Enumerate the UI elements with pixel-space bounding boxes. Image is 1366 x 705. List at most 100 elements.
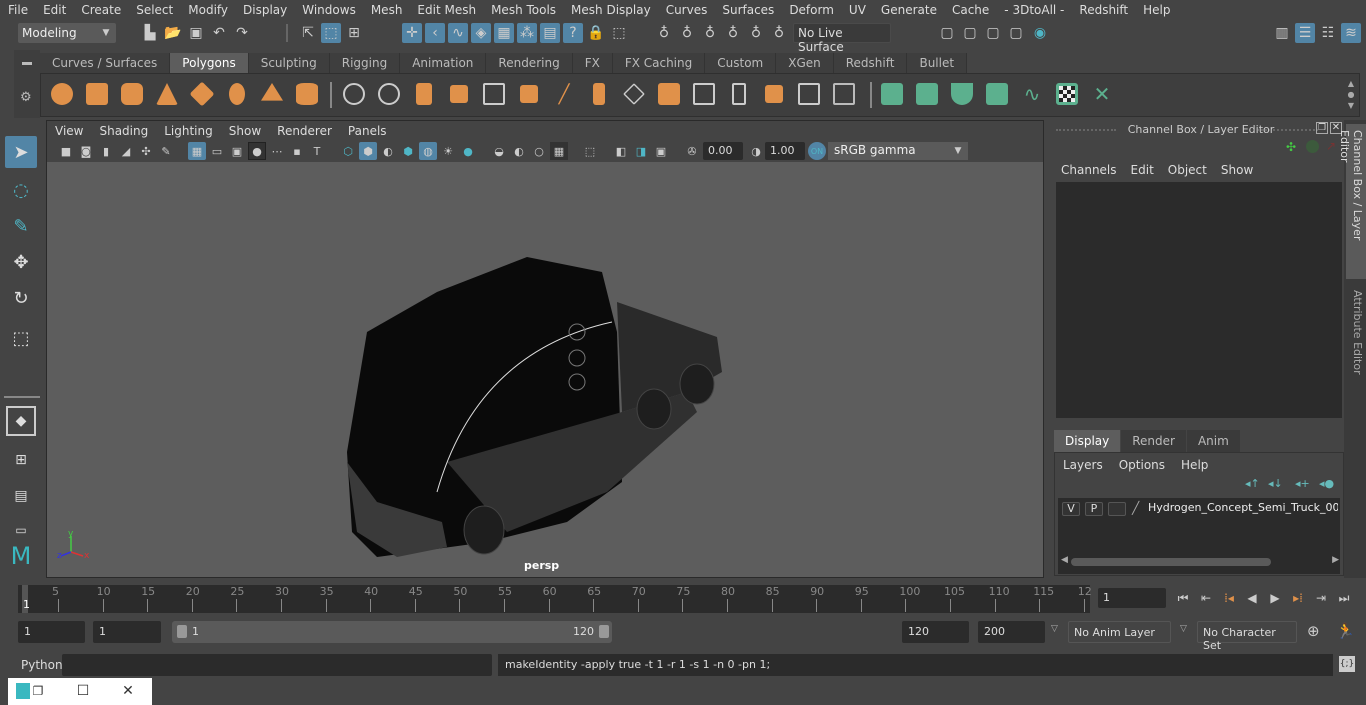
animation-preferences-icon[interactable]: 🏃 xyxy=(1336,622,1355,640)
menu-surfaces[interactable]: Surfaces xyxy=(714,0,781,20)
screen-space-ao-icon[interactable]: ◒ xyxy=(490,142,508,160)
horizontal-scrollbar[interactable]: ◀ ▶ xyxy=(1061,555,1339,567)
make-live-curve-icon[interactable]: ♁ xyxy=(677,23,697,43)
separate-icon[interactable] xyxy=(375,80,403,108)
target-weld-icon[interactable] xyxy=(795,80,823,108)
uv-unfold-icon[interactable]: ✕ xyxy=(1088,80,1116,108)
shelf-tab-xgen[interactable]: XGen xyxy=(776,53,834,73)
layer-playback-toggle[interactable]: P xyxy=(1085,502,1103,516)
render-settings-gear-icon[interactable]: ▢ xyxy=(1006,23,1026,43)
snap-to-projected-center-icon[interactable]: ▦ xyxy=(494,23,514,43)
mirror-icon[interactable] xyxy=(410,80,438,108)
isolate-select-icon[interactable]: ⬚ xyxy=(581,142,599,160)
character-set-dropdown[interactable]: No Character Set xyxy=(1197,621,1297,652)
select-by-object-icon[interactable]: ⬚ xyxy=(321,23,341,43)
play-forwards-icon[interactable]: ▶ xyxy=(1266,589,1284,607)
anti-aliasing-icon[interactable]: ○ xyxy=(530,142,548,160)
depth-of-field-icon[interactable]: ▦ xyxy=(550,142,568,160)
create-layer-from-selected-icon[interactable]: ◂● xyxy=(1319,477,1334,490)
bevel-icon[interactable] xyxy=(585,80,613,108)
tab-render[interactable]: Render xyxy=(1121,430,1186,452)
help-menu[interactable]: Help xyxy=(1181,455,1216,475)
make-live-icon[interactable]: ♁ xyxy=(769,23,789,43)
playback-start-field[interactable]: 1 xyxy=(93,621,161,643)
menu-mesh-tools[interactable]: Mesh Tools xyxy=(483,0,563,20)
extrude-icon[interactable] xyxy=(480,80,508,108)
menu-3dtoall[interactable]: - 3DtoAll - xyxy=(996,0,1071,20)
poly-plane-icon[interactable] xyxy=(188,80,216,108)
field-chart-icon[interactable]: ⋯ xyxy=(268,142,286,160)
poly-sphere-icon[interactable] xyxy=(48,80,76,108)
menu-mesh-display[interactable]: Mesh Display xyxy=(563,0,658,20)
shelf-tab-fx[interactable]: FX xyxy=(572,53,613,73)
step-forward-icon[interactable]: ⇥ xyxy=(1312,589,1330,607)
film-gate-icon[interactable]: ▭ xyxy=(208,142,226,160)
combine-icon[interactable] xyxy=(340,80,368,108)
attribute-editor-toggle-icon[interactable]: ☰ xyxy=(1295,23,1315,43)
use-all-lights-icon[interactable]: ☀ xyxy=(439,142,457,160)
menu-mesh[interactable]: Mesh xyxy=(363,0,410,20)
offset-edge-loop-icon[interactable] xyxy=(725,80,753,108)
animation-start-field[interactable]: 1 xyxy=(18,621,85,643)
wireframe-on-shaded-icon[interactable]: ⬢ xyxy=(399,142,417,160)
planar-mapping-icon[interactable] xyxy=(878,80,906,108)
viewport-menu-renderer[interactable]: Renderer xyxy=(269,124,340,138)
shelf-tab-bullet[interactable]: Bullet xyxy=(907,53,968,73)
chevron-down-icon[interactable]: ▽ xyxy=(1051,624,1058,634)
contour-stretch-icon[interactable]: ∿ xyxy=(1018,80,1046,108)
tab-anim[interactable]: Anim xyxy=(1186,430,1240,452)
time-slider-track[interactable]: 1 5 10 15 20 25 30 35 40 45 50 55 60 65 70 75 80 85 90 95 1… xyxy=(18,585,1092,613)
camera-icon[interactable]: ■ xyxy=(57,142,75,160)
textured-icon[interactable]: ◍ xyxy=(419,142,437,160)
open-scene-icon[interactable]: 📂 xyxy=(163,23,183,43)
close-icon[interactable]: ✕ xyxy=(118,682,138,700)
gate-mask-icon[interactable]: ● xyxy=(248,142,266,160)
motion-blur-icon[interactable]: ◐ xyxy=(510,142,528,160)
speed-icon[interactable]: ↗ xyxy=(1326,139,1336,153)
menu-edit-mesh[interactable]: Edit Mesh xyxy=(409,0,483,20)
gear-icon[interactable]: ⚙ xyxy=(20,90,32,105)
multi-cut-icon[interactable]: ╱ xyxy=(550,80,578,108)
menu-edit[interactable]: Edit xyxy=(35,0,73,20)
command-input[interactable] xyxy=(62,654,492,676)
workspace-dropdown[interactable]: Modeling ▼ xyxy=(18,23,116,43)
truck-model[interactable] xyxy=(47,162,1043,577)
restore-icon[interactable]: ❐ xyxy=(28,682,48,700)
make-live-uv-icon[interactable]: ♁ xyxy=(746,23,766,43)
save-scene-icon[interactable]: ▣ xyxy=(186,23,206,43)
menu-deform[interactable]: Deform xyxy=(781,0,841,20)
resolution-gate-icon[interactable]: ▣ xyxy=(228,142,246,160)
viewport-menu-show[interactable]: Show xyxy=(221,124,269,138)
xray-icon[interactable]: ◧ xyxy=(612,142,630,160)
3d-viewport[interactable]: y x z persp xyxy=(47,162,1043,577)
shelf-tab-redshift[interactable]: Redshift xyxy=(833,53,908,73)
side-tab-channel-box[interactable]: Channel Box / Layer Editor xyxy=(1338,124,1366,279)
shelf-scroll[interactable]: ▲ ● ▼ xyxy=(1345,78,1357,112)
make-live-grid-icon[interactable]: ♁ xyxy=(654,23,674,43)
render-settings-icon[interactable]: ▤ xyxy=(540,23,560,43)
menu-select[interactable]: Select xyxy=(128,0,180,20)
four-view-layout-icon[interactable]: ⊞ xyxy=(5,444,37,476)
smooth-icon[interactable] xyxy=(445,80,473,108)
live-surface-field[interactable]: No Live Surface xyxy=(793,23,891,54)
layer-name[interactable]: Hydrogen_Concept_Semi_Truck_001_ xyxy=(1148,501,1338,514)
manipulator-icon[interactable]: ✣ xyxy=(1286,140,1296,154)
float-panel-icon[interactable]: ❐ xyxy=(1316,122,1328,134)
shelf-tab-polygons[interactable]: Polygons xyxy=(170,53,249,73)
scale-tool-icon[interactable]: ⬚ xyxy=(5,322,37,354)
show-menu[interactable]: Show xyxy=(1214,160,1260,180)
menu-redshift[interactable]: Redshift xyxy=(1071,0,1135,20)
exposure-field[interactable]: 0.00 xyxy=(703,142,743,160)
range-start-handle[interactable] xyxy=(177,625,187,638)
poly-cone-icon[interactable] xyxy=(153,80,181,108)
edit-menu[interactable]: Edit xyxy=(1124,160,1161,180)
side-tab-attribute-editor[interactable]: Attribute Editor xyxy=(1346,284,1366,384)
shelf-tab-rendering[interactable]: Rendering xyxy=(486,53,573,73)
lock-icon[interactable]: 🔒 xyxy=(586,23,606,43)
range-end-handle[interactable] xyxy=(599,625,609,638)
viewport-menu-panels[interactable]: Panels xyxy=(340,124,395,138)
lasso-tool-icon[interactable]: ◌ xyxy=(5,174,37,206)
current-frame-field[interactable]: 1 xyxy=(1098,588,1166,608)
menu-curves[interactable]: Curves xyxy=(658,0,715,20)
snap-to-curve-icon[interactable]: ‹ xyxy=(425,23,445,43)
